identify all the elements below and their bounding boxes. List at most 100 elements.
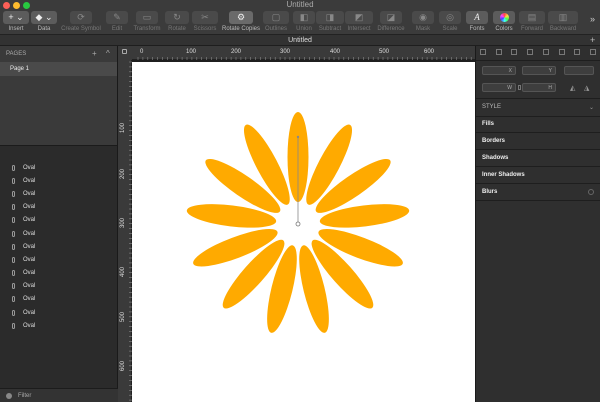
oval-shape-icon [12,256,15,263]
horizontal-ruler[interactable]: 0 100 200 300 400 500 600 [132,46,475,60]
align-middle-icon[interactable] [542,49,549,55]
ruler-label: 400 [330,49,341,55]
intersect-button[interactable]: ◩ Intersect [345,11,373,33]
mask-button[interactable]: ◉ Mask [412,11,434,33]
add-tab-icon[interactable]: + [590,35,595,46]
union-button[interactable]: ◧ Union [293,11,315,33]
align-center-icon[interactable] [495,49,502,55]
color-wheel-icon [499,13,509,22]
align-top-icon[interactable] [527,49,534,55]
blurs-section[interactable]: Blurs [482,189,594,195]
layer-item-oval[interactable]: Oval [0,253,118,266]
forward-button[interactable]: ▤ Forward [519,11,545,33]
oval-shape-icon [12,296,15,303]
subtract-button[interactable]: ◨ Subtract [316,11,344,33]
pages-header: PAGES + ^ [0,46,117,62]
layer-item-oval[interactable]: Oval [0,161,118,174]
divider [476,200,600,201]
canvas-area[interactable]: 0 100 200 300 400 500 600 100 200 300 40… [118,46,475,402]
layers-panel: PAGES + ^ Page 1 Oval Oval Oval Oval Ova… [0,46,118,402]
fills-section[interactable]: Fills [482,121,594,127]
align-toolbar [480,49,596,58]
transform-button[interactable]: ▭ Transform [132,11,162,33]
align-left-icon[interactable] [480,49,486,55]
blur-toggle-icon[interactable] [588,189,594,195]
flip-vertical-icon[interactable]: ◮ [584,84,589,92]
y-field[interactable]: Y [522,66,556,75]
union-icon: ◧ [293,11,315,24]
colors-button[interactable]: Colors [493,11,515,33]
pages-section: PAGES + ^ Page 1 [0,46,117,146]
layer-item-oval[interactable]: Oval [0,319,118,332]
layer-item-oval[interactable]: Oval [0,214,118,227]
scissors-button[interactable]: ✂ Scissors [192,11,218,33]
layer-item-oval[interactable]: Oval [0,240,118,253]
rotation-axis-top [296,135,300,139]
layer-item-oval[interactable]: Oval [0,201,118,214]
vertical-ruler[interactable]: 100 200 300 400 500 600 [118,60,132,402]
artboard[interactable] [132,62,475,402]
divider [476,183,600,184]
distribute-h-icon[interactable] [574,49,581,55]
ruler-label: 500 [379,49,390,55]
layer-item-oval[interactable]: Oval [0,306,118,319]
insert-icon: + ⌄ [3,11,29,24]
scale-icon: ◎ [439,11,461,24]
inner-shadows-section[interactable]: Inner Shadows [482,172,594,178]
rotation-field[interactable] [564,66,594,75]
scissors-icon: ✂ [192,11,218,24]
insert-button[interactable]: + ⌄ Insert [3,11,29,33]
page-item-1[interactable]: Page 1 [0,62,117,76]
lock-ratio-icon[interactable] [518,85,521,90]
outlines-button[interactable]: ▢ Outlines [263,11,289,33]
h-field[interactable]: H [522,83,556,92]
ruler-label: 300 [120,217,126,228]
collapse-pages-icon[interactable]: ^ [106,49,110,58]
layer-item-oval[interactable]: Oval [0,174,118,187]
w-field[interactable]: W [482,83,516,92]
oval-shape-icon [12,190,15,197]
oval-shape-icon [12,217,15,224]
document-tab[interactable]: Untitled [0,35,600,46]
add-page-icon[interactable]: + [92,49,97,58]
ruler-label: 200 [231,49,242,55]
vertical-ruler-ticks: 100 200 300 400 500 600 [120,61,132,401]
oval-shape-icon [12,309,15,316]
chevron-down-icon[interactable]: ⌄ [589,104,594,111]
distribute-v-icon[interactable] [589,49,596,55]
data-button[interactable]: ◆ ⌄ Data [31,11,57,33]
rotate-copies-button[interactable]: ⚙ Rotate Copies [221,11,261,33]
create-symbol-button[interactable]: ⟳ Create Symbol [59,11,103,33]
edit-button[interactable]: ✎ Edit [106,11,128,33]
borders-section[interactable]: Borders [482,138,594,144]
ruler-label: 100 [186,49,197,55]
layer-item-oval[interactable]: Oval [0,267,118,280]
layer-item-oval[interactable]: Oval [0,187,118,200]
fonts-button[interactable]: A Fonts [466,11,488,33]
rotation-center-handle[interactable] [295,221,301,227]
rotate-icon: ↻ [165,11,189,24]
backward-button[interactable]: ▥ Backward [548,11,578,33]
align-bottom-icon[interactable] [558,49,565,55]
align-right-icon[interactable] [511,49,518,55]
layer-item-oval[interactable]: Oval [0,280,118,293]
oval-shape-icon [12,322,15,329]
shadows-section[interactable]: Shadows [482,155,594,161]
ruler-label: 0 [140,49,144,55]
lock-icon[interactable] [122,49,127,54]
rotate-button[interactable]: ↻ Rotate [165,11,189,33]
layer-filter[interactable]: Filter [0,388,118,402]
toolbar-overflow-button[interactable]: » [590,14,595,24]
ruler-label: 600 [424,49,435,55]
layer-item-oval[interactable]: Oval [0,293,118,306]
ruler-label: 100 [120,122,126,133]
divider [476,60,600,61]
difference-button[interactable]: ◪ Difference [374,11,408,33]
oval-shape-icon [12,164,15,171]
layer-item-oval[interactable]: Oval [0,227,118,240]
scale-button[interactable]: ◎ Scale [439,11,461,33]
flip-horizontal-icon[interactable]: ◭ [570,84,575,92]
x-field[interactable]: X [482,66,516,75]
window-titlebar: Untitled [0,0,600,10]
transform-icon: ▭ [136,11,158,24]
